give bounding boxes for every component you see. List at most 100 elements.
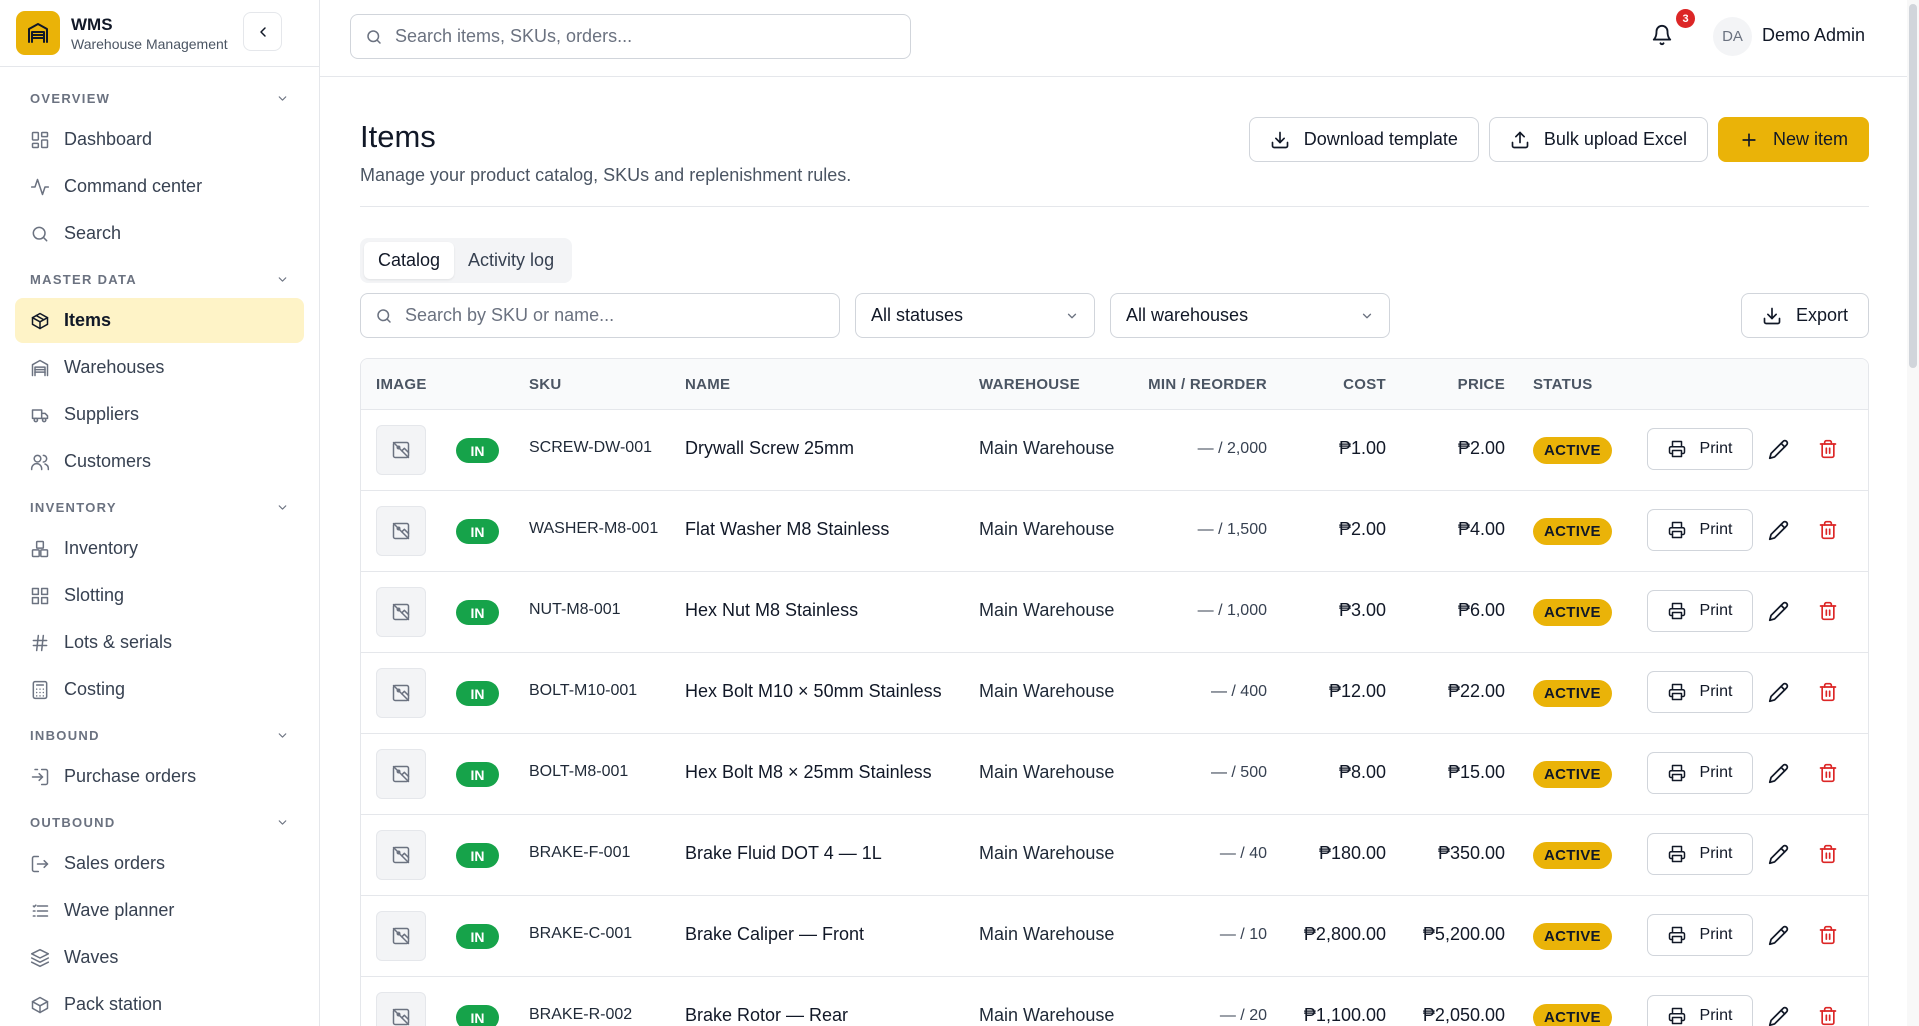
topbar: 3 DA Demo Admin (320, 0, 1919, 77)
tab-activity-log[interactable]: Activity log (454, 242, 568, 279)
printer-icon (1668, 1007, 1686, 1025)
edit-pencil-icon[interactable] (1768, 925, 1790, 947)
sidebar-item-waves[interactable]: Waves (15, 935, 304, 980)
global-search[interactable] (350, 14, 911, 59)
sidebar-item-search[interactable]: Search (15, 211, 304, 256)
column-header-min-reorder: MIN / REORDER (1148, 376, 1267, 393)
sidebar-item-label: Customers (64, 451, 152, 471)
print-button[interactable]: Print (1647, 752, 1753, 794)
sidebar-item-label: Dashboard (64, 129, 153, 149)
printer-icon (1668, 764, 1686, 782)
sidebar-nav: OVERVIEW Dashboard Command center Search MAS… (0, 67, 319, 1026)
print-button[interactable]: Print (1647, 914, 1753, 956)
nav-section-overview[interactable]: OVERVIEW (0, 81, 319, 115)
sidebar-item-purchase-orders[interactable]: Purchase orders (15, 754, 304, 799)
edit-pencil-icon[interactable] (1768, 439, 1790, 461)
sidebar-item-warehouses[interactable]: Warehouses (15, 345, 304, 390)
header-actions: Download template Bulk upload Excel New … (1248, 117, 1869, 162)
export-button[interactable]: Export (1740, 293, 1869, 338)
table-row[interactable]: IN BOLT-M10-001 Hex Bolt M10 × 50mm Stainl… (361, 653, 1868, 734)
print-button[interactable]: Print (1647, 995, 1753, 1026)
edit-pencil-icon[interactable] (1768, 601, 1790, 623)
print-label: Print (1699, 845, 1733, 862)
page-scrollbar[interactable] (1907, 0, 1919, 1026)
sidebar-item-sales-orders[interactable]: Sales orders (15, 841, 304, 886)
delete-trash-icon[interactable] (1818, 1006, 1840, 1026)
table-row[interactable]: IN BRAKE-C-001 Brake Caliper — Front Main W… (361, 896, 1868, 977)
nav-section-inventory[interactable]: INVENTORY (0, 490, 319, 524)
item-sku: NUT-M8-001 (529, 601, 621, 618)
item-name[interactable]: Hex Bolt M8 × 25mm Stainless (685, 762, 932, 783)
items-search-input[interactable] (405, 305, 825, 326)
chevron-down-icon (1362, 313, 1372, 318)
avatar[interactable]: DA (1713, 17, 1752, 56)
item-name[interactable]: Flat Washer M8 Stainless (685, 519, 889, 540)
notifications-bell-icon[interactable] (1651, 24, 1675, 48)
status-filter-select[interactable]: All statuses (855, 293, 1095, 338)
global-search-input[interactable] (395, 26, 875, 47)
print-button[interactable]: Print (1647, 509, 1753, 551)
item-name[interactable]: Brake Rotor — Rear (685, 1005, 848, 1026)
tab-catalog[interactable]: Catalog (364, 242, 455, 279)
nav-section-master-data[interactable]: MASTER DATA (0, 262, 319, 296)
nav-section-inbound[interactable]: INBOUND (0, 718, 319, 752)
status-badge: ACTIVE (1533, 842, 1612, 869)
user-name[interactable]: Demo Admin (1762, 25, 1865, 46)
table-row[interactable]: IN WASHER-M8-001 Flat Washer M8 Stainless M… (361, 491, 1868, 572)
item-name[interactable]: Drywall Screw 25mm (685, 438, 854, 459)
search-icon (30, 224, 50, 244)
item-name[interactable]: Brake Caliper — Front (685, 924, 864, 945)
delete-trash-icon[interactable] (1818, 682, 1840, 704)
edit-pencil-icon[interactable] (1768, 682, 1790, 704)
table-row[interactable]: IN BRAKE-F-001 Brake Fluid DOT 4 — 1L Main … (361, 815, 1868, 896)
nav-section-outbound[interactable]: OUTBOUND (0, 805, 319, 839)
download-template-button[interactable]: Download template (1248, 117, 1479, 162)
sidebar-item-lots-serials[interactable]: Lots & serials (15, 620, 304, 665)
item-name[interactable]: Brake Fluid DOT 4 — 1L (685, 843, 882, 864)
printer-icon (1668, 440, 1686, 458)
chevron-down-icon (278, 504, 287, 510)
sidebar-item-pack-station[interactable]: Pack station (15, 982, 304, 1026)
print-button[interactable]: Print (1647, 833, 1753, 875)
sidebar-item-dashboard[interactable]: Dashboard (15, 117, 304, 162)
sidebar-item-label: Slotting (64, 585, 125, 605)
delete-trash-icon[interactable] (1818, 925, 1840, 947)
table-row[interactable]: IN NUT-M8-001 Hex Nut M8 Stainless Main War… (361, 572, 1868, 653)
sidebar-item-customers[interactable]: Customers (15, 439, 304, 484)
sidebar-item-items[interactable]: Items (15, 298, 304, 343)
table-row[interactable]: IN BOLT-M8-001 Hex Bolt M8 × 25mm Stainles… (361, 734, 1868, 815)
sidebar-item-slotting[interactable]: Slotting (15, 573, 304, 618)
sidebar-item-costing[interactable]: Costing (15, 667, 304, 712)
edit-pencil-icon[interactable] (1768, 520, 1790, 542)
sidebar-item-inventory[interactable]: Inventory (15, 526, 304, 571)
edit-pencil-icon[interactable] (1768, 763, 1790, 785)
bulk-upload-button[interactable]: Bulk upload Excel (1488, 117, 1708, 162)
edit-pencil-icon[interactable] (1768, 1006, 1790, 1026)
print-button[interactable]: Print (1647, 428, 1753, 470)
calculator-icon (30, 680, 50, 700)
print-button[interactable]: Print (1647, 671, 1753, 713)
item-cost: ₱1,100.00 (1303, 1005, 1386, 1025)
delete-trash-icon[interactable] (1818, 520, 1840, 542)
sidebar-item-suppliers[interactable]: Suppliers (15, 392, 304, 437)
delete-trash-icon[interactable] (1818, 601, 1840, 623)
delete-trash-icon[interactable] (1818, 439, 1840, 461)
edit-pencil-icon[interactable] (1768, 844, 1790, 866)
table-row[interactable]: IN SCREW-DW-001 Drywall Screw 25mm Main War… (361, 410, 1868, 491)
warehouse-filter-select[interactable]: All warehouses (1110, 293, 1390, 338)
item-name[interactable]: Hex Nut M8 Stainless (685, 600, 858, 621)
scrollbar-thumb[interactable] (1909, 4, 1917, 368)
collapse-sidebar-button[interactable] (243, 12, 282, 51)
items-table: IMAGE SKU NAME WAREHOUSE MIN / REORDER C… (360, 358, 1869, 1026)
sidebar-item-command-center[interactable]: Command center (15, 164, 304, 209)
print-button[interactable]: Print (1647, 590, 1753, 632)
grid-icon (30, 586, 50, 606)
item-name[interactable]: Hex Bolt M10 × 50mm Stainless (685, 681, 942, 702)
item-price: ₱6.00 (1457, 600, 1505, 620)
new-item-button[interactable]: New item (1717, 117, 1869, 162)
items-search[interactable] (360, 293, 840, 338)
delete-trash-icon[interactable] (1818, 844, 1840, 866)
table-row[interactable]: IN BRAKE-R-002 Brake Rotor — Rear Main Ware… (361, 977, 1868, 1026)
delete-trash-icon[interactable] (1818, 763, 1840, 785)
sidebar-item-wave-planner[interactable]: Wave planner (15, 888, 304, 933)
